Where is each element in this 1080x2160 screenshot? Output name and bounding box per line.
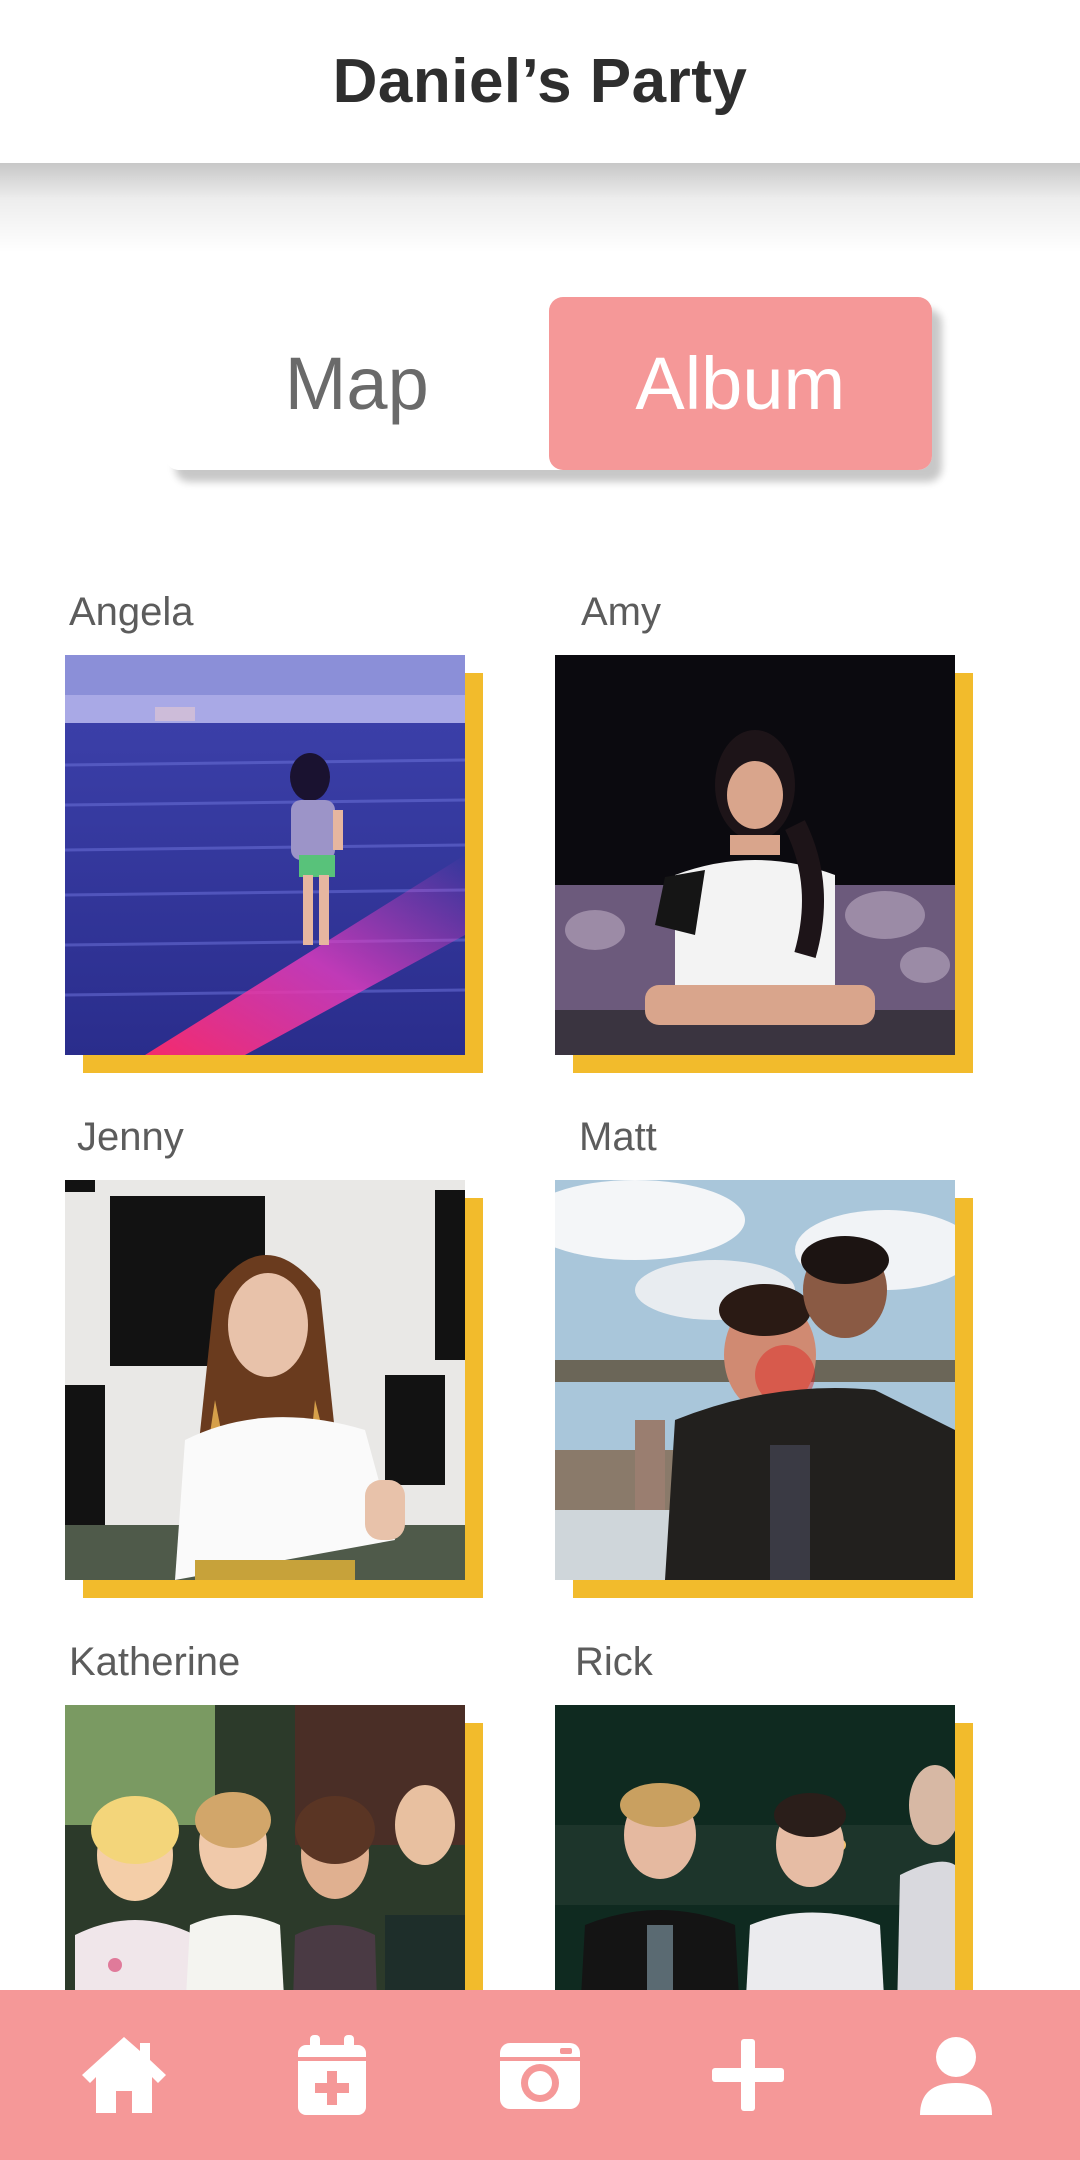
- photo-author: Angela: [69, 590, 194, 634]
- header-shadow: [0, 163, 1080, 253]
- photo-card: Angela: [65, 590, 485, 1073]
- nav-add[interactable]: [678, 2005, 818, 2145]
- photo-author: Matt: [579, 1115, 657, 1159]
- photo-card: Jenny: [65, 1115, 485, 1598]
- calendar-add-icon: [298, 2035, 366, 2115]
- page-title: Daniel’s Party: [332, 47, 748, 116]
- photo-image: [65, 1180, 465, 1580]
- user-icon: [920, 2037, 992, 2115]
- photo-author: Jenny: [77, 1115, 184, 1159]
- photo-frame: [65, 655, 483, 1073]
- nav-profile[interactable]: [886, 2005, 1026, 2145]
- home-icon: [82, 2037, 166, 2113]
- plus-icon: [712, 2039, 784, 2111]
- bottom-nav: [0, 1990, 1080, 2160]
- camera-icon: [500, 2043, 580, 2109]
- view-toggle: Map Album: [165, 297, 932, 470]
- photo-thumbnail[interactable]: [65, 655, 465, 1055]
- photo-card: Amy: [555, 590, 975, 1073]
- tab-album[interactable]: Album: [548, 297, 932, 470]
- photo-frame: [65, 1180, 483, 1598]
- photo-image: [555, 655, 955, 1055]
- photo-author: Katherine: [69, 1640, 241, 1684]
- nav-calendar[interactable]: [262, 2005, 402, 2145]
- photo-author: Amy: [581, 590, 661, 634]
- photo-frame: [555, 1180, 973, 1598]
- header: Daniel’s Party: [0, 0, 1080, 163]
- photo-thumbnail[interactable]: [65, 1180, 465, 1580]
- nav-camera[interactable]: [470, 2005, 610, 2145]
- app-screen: Daniel’s Party Map Album Angela Amy Jenn…: [0, 0, 1080, 2160]
- tab-map[interactable]: Map: [165, 297, 549, 470]
- photo-author: Rick: [575, 1640, 653, 1684]
- photo-image: [555, 1180, 955, 1580]
- photo-thumbnail[interactable]: [555, 1180, 955, 1580]
- photo-thumbnail[interactable]: [555, 655, 955, 1055]
- photo-card: Matt: [555, 1115, 975, 1598]
- photo-frame: [555, 655, 973, 1073]
- nav-home[interactable]: [54, 2005, 194, 2145]
- photo-image: [65, 655, 465, 1055]
